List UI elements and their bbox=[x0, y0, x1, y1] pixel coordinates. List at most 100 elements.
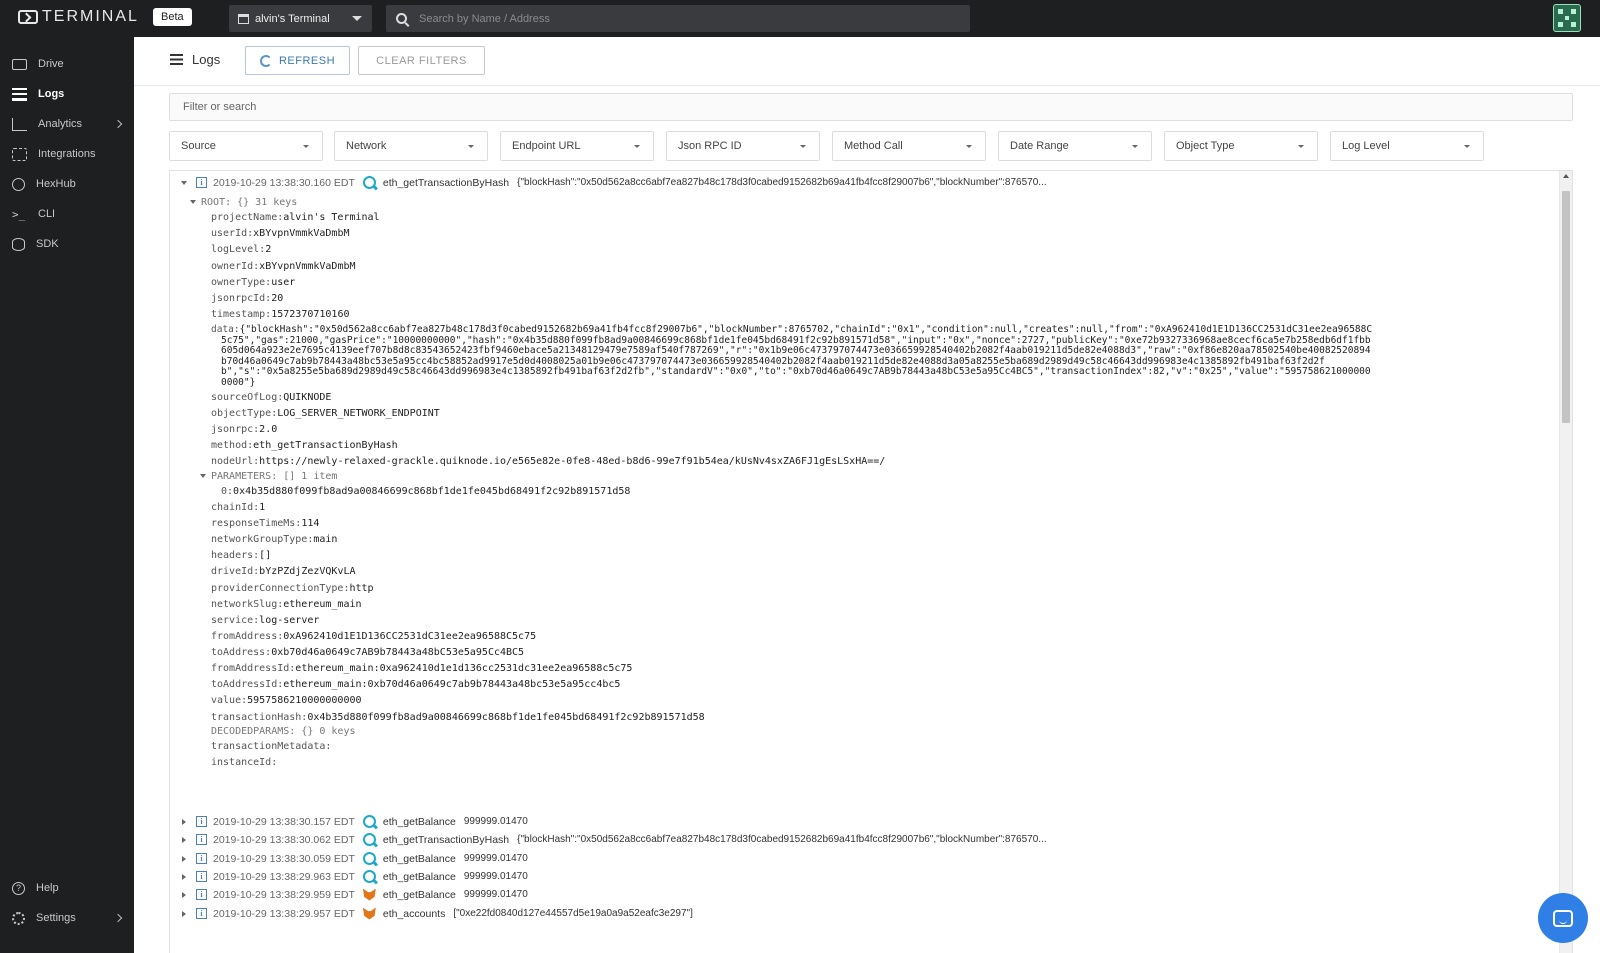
tree-field: method:eth_getTransactionByHash bbox=[211, 438, 398, 453]
log-scrollbar[interactable] bbox=[1559, 171, 1572, 953]
sidebar-item-analytics[interactable]: Analytics bbox=[0, 109, 134, 139]
global-search[interactable] bbox=[386, 5, 970, 32]
expand-toggle[interactable] bbox=[178, 891, 190, 898]
expand-toggle[interactable] bbox=[178, 836, 190, 843]
sidebar-item-help[interactable]: ? Help bbox=[0, 873, 134, 903]
triangle-right-icon bbox=[182, 910, 186, 917]
sidebar-item-label: Settings bbox=[36, 912, 76, 924]
tree-decodedparams-node[interactable]: DECODEDPARAMS: {} 0 keys bbox=[211, 724, 356, 739]
quiknode-icon bbox=[362, 852, 376, 865]
chat-support-button[interactable] bbox=[1538, 893, 1588, 943]
sidebar-item-hexhub[interactable]: HexHub bbox=[0, 169, 134, 199]
expand-toggle[interactable] bbox=[178, 818, 190, 825]
log-list[interactable]: i 2019-10-29 13:38:30.160 EDT eth_getTra… bbox=[169, 170, 1573, 953]
field-key: sourceOfLog: bbox=[211, 392, 284, 403]
sidebar-item-integrations[interactable]: Integrations bbox=[0, 139, 134, 169]
log-row[interactable]: i 2019-10-29 13:38:29.957 EDT eth_accoun… bbox=[170, 905, 693, 922]
log-timestamp: 2019-10-29 13:38:30.062 EDT bbox=[213, 833, 355, 846]
field-value: 20 bbox=[271, 293, 284, 304]
log-timestamp: 2019-10-29 13:38:29.963 EDT bbox=[213, 870, 355, 883]
field-value: xBYvpnVmmkVaDmbM bbox=[259, 261, 356, 272]
filter-network-dropdown[interactable]: Network bbox=[334, 131, 488, 161]
log-row[interactable]: i 2019-10-29 13:38:29.963 EDT eth_getBal… bbox=[170, 868, 528, 885]
field-value: ethereum_main bbox=[283, 599, 362, 610]
scroll-up-arrow-icon[interactable] bbox=[1563, 174, 1569, 178]
sidebar-item-label: Analytics bbox=[38, 118, 83, 130]
field-value: ethereum_main:0xa962410d1e1d136cc2531dc3… bbox=[295, 663, 633, 674]
tree-field: toAddressId:ethereum_main:0xb70d46a0649c… bbox=[211, 677, 620, 692]
terminal-logo-icon bbox=[18, 10, 38, 24]
field-key: method: bbox=[211, 440, 254, 451]
dropdown-label: Date Range bbox=[1010, 140, 1069, 152]
filter-source-dropdown[interactable]: Source bbox=[169, 131, 323, 161]
sidebar-item-drive[interactable]: Drive bbox=[0, 49, 134, 79]
sidebar-item-sdk[interactable]: SDK bbox=[0, 229, 134, 259]
sidebar-item-cli[interactable]: >_ CLI bbox=[0, 199, 134, 229]
field-key: transactionHash: bbox=[211, 712, 308, 723]
field-key: headers: bbox=[211, 550, 260, 561]
log-method: eth_accounts bbox=[382, 907, 446, 920]
field-value-continued: b","s":"0x5a8255e5ba689d2989d49c58c46643… bbox=[221, 366, 1371, 377]
terminal-logo[interactable]: TERMINAL bbox=[18, 8, 139, 26]
filter-method-call-dropdown[interactable]: Method Call bbox=[832, 131, 986, 161]
field-value: 0xA962410d1E1D136CC2531dC31ee2ea96588C5c… bbox=[283, 631, 537, 642]
filter-search[interactable] bbox=[169, 93, 1573, 121]
dropdown-label: Log Level bbox=[1342, 140, 1390, 152]
filter-search-input[interactable] bbox=[170, 94, 1572, 120]
tree-field: providerConnectionType:http bbox=[211, 581, 374, 596]
window-icon bbox=[238, 13, 249, 24]
log-row[interactable]: i 2019-10-29 13:38:30.059 EDT eth_getBal… bbox=[170, 850, 528, 867]
menu-icon[interactable] bbox=[170, 54, 183, 65]
clear-filters-button[interactable]: CLEAR FILTERS bbox=[358, 46, 485, 75]
top-bar: TERMINAL Beta alvin's Terminal bbox=[0, 0, 1600, 37]
filter-json-rpc-id-dropdown[interactable]: Json RPC ID bbox=[666, 131, 820, 161]
filter-date-range-dropdown[interactable]: Date Range bbox=[998, 131, 1152, 161]
tree-field: chainId:1 bbox=[211, 500, 265, 515]
log-timestamp: 2019-10-29 13:38:30.059 EDT bbox=[213, 852, 355, 865]
expand-toggle[interactable] bbox=[178, 873, 190, 880]
expand-toggle[interactable] bbox=[178, 910, 190, 917]
caret-down-icon bbox=[800, 145, 806, 148]
log-timestamp: 2019-10-29 13:38:29.959 EDT bbox=[213, 888, 355, 901]
sidebar-item-label: Drive bbox=[38, 58, 64, 70]
expand-toggle[interactable] bbox=[178, 855, 190, 862]
log-method: eth_getTransactionByHash bbox=[382, 833, 510, 846]
sidebar-item-label: SDK bbox=[36, 238, 59, 250]
log-row-expanded[interactable]: i 2019-10-29 13:38:30.160 EDT eth_getTra… bbox=[170, 174, 1047, 191]
log-payload: ["0xe22fd0840d127e44557d5e19a0a9a52eafc3… bbox=[453, 908, 693, 919]
log-row[interactable]: i 2019-10-29 13:38:29.959 EDT eth_getBal… bbox=[170, 886, 528, 903]
sidebar-item-logs[interactable]: Logs bbox=[0, 79, 134, 109]
field-value: xBYvpnVmmkVaDmbM bbox=[253, 228, 350, 239]
tree-parameters-node[interactable]: PARAMETERS: [] 1 item bbox=[200, 469, 337, 484]
refresh-button[interactable]: REFRESH bbox=[245, 46, 350, 75]
tree-root-node[interactable]: ROOT: {} 31 keys bbox=[190, 195, 297, 210]
field-key: objectType: bbox=[211, 408, 278, 419]
triangle-right-icon bbox=[182, 818, 186, 825]
filter-object-type-dropdown[interactable]: Object Type bbox=[1164, 131, 1318, 161]
toolbar-divider bbox=[134, 85, 1600, 86]
tree-field: userId:xBYvpnVmmkVaDmbM bbox=[211, 226, 349, 241]
field-key: driveId: bbox=[211, 566, 260, 577]
filter-endpoint-url-dropdown[interactable]: Endpoint URL bbox=[500, 131, 654, 161]
field-key: service: bbox=[211, 615, 260, 626]
scroll-thumb[interactable] bbox=[1562, 191, 1570, 423]
sidebar-item-label: Help bbox=[36, 882, 59, 894]
field-value: 114 bbox=[301, 518, 320, 529]
collapse-toggle[interactable] bbox=[178, 180, 190, 185]
tree-field: transactionMetadata: bbox=[211, 739, 331, 754]
filter-log-level-dropdown[interactable]: Log Level bbox=[1330, 131, 1484, 161]
user-avatar[interactable] bbox=[1553, 4, 1581, 32]
sidebar-item-label: Integrations bbox=[38, 148, 96, 160]
info-level-icon: i bbox=[196, 816, 207, 827]
tree-field-data: data:{"blockHash":"0x50d562a8cc6abf7ea82… bbox=[211, 324, 1527, 388]
global-search-input[interactable] bbox=[419, 12, 919, 25]
info-level-icon: i bbox=[196, 871, 207, 882]
project-selector[interactable]: alvin's Terminal bbox=[229, 5, 372, 32]
log-row[interactable]: i 2019-10-29 13:38:30.157 EDT eth_getBal… bbox=[170, 813, 528, 830]
triangle-right-icon bbox=[182, 836, 186, 843]
sidebar-item-settings[interactable]: Settings bbox=[0, 903, 134, 933]
tree-field: headers:[] bbox=[211, 548, 271, 563]
triangle-right-icon bbox=[182, 873, 186, 880]
tree-field: ownerType:user bbox=[211, 275, 295, 290]
log-row[interactable]: i 2019-10-29 13:38:30.062 EDT eth_getTra… bbox=[170, 831, 1047, 848]
